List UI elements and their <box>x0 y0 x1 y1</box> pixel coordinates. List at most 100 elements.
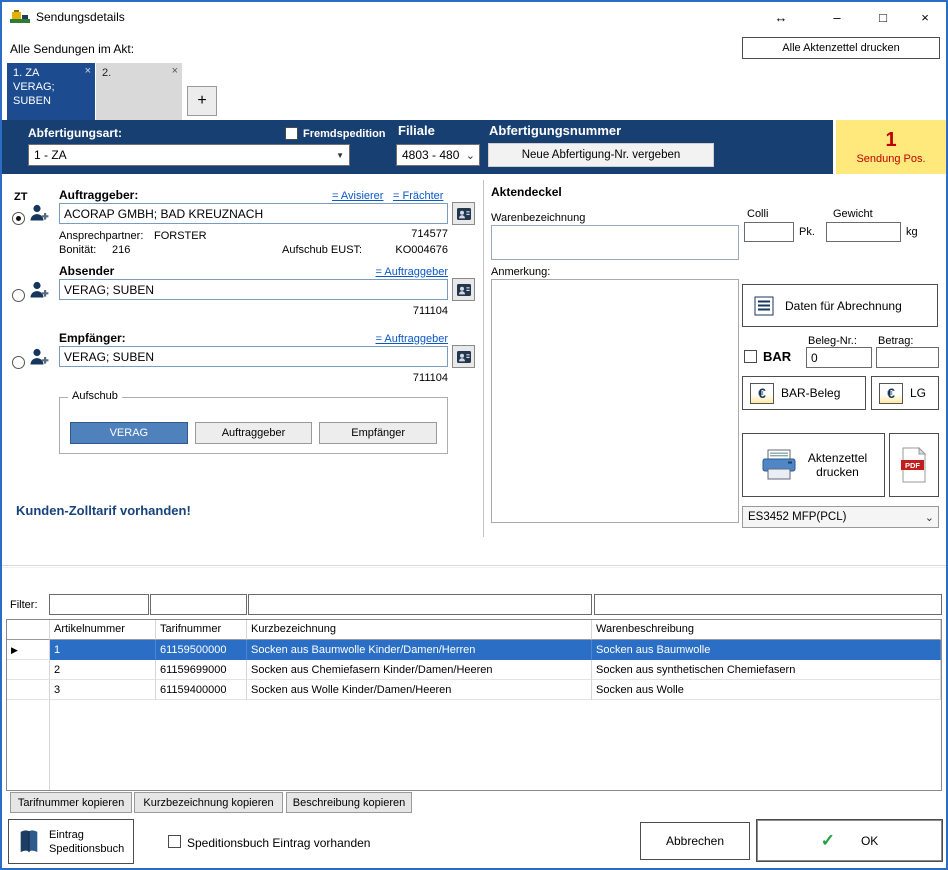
column-header-tarifnummer[interactable]: Tarifnummer <box>156 620 247 640</box>
avisierer-link[interactable]: = Avisierer <box>332 190 383 202</box>
beleg-nr-input[interactable] <box>806 347 872 368</box>
fullscreen-icon[interactable]: ↔ <box>764 2 798 32</box>
empfaenger-label: Empfänger: <box>59 331 126 345</box>
chevron-down-icon: ⌄ <box>921 511 938 524</box>
zt-label: ZT <box>14 191 27 203</box>
main-form: ZT Auftraggeber: = Avisierer = Frächter … <box>2 174 946 565</box>
zt-radio-absender[interactable] <box>12 289 25 302</box>
tab1-title: 1. ZA <box>13 67 39 79</box>
printer-icon <box>759 448 799 482</box>
print-all-aktenzettel-button[interactable]: Alle Aktenzettel drucken <box>742 37 940 59</box>
euro-icon: € <box>750 383 774 404</box>
empfaenger-number: 711104 <box>302 372 448 384</box>
column-header-warenbeschreibung[interactable]: Warenbeschreibung <box>592 620 941 640</box>
tab-sendung-2[interactable]: 2. × <box>96 63 182 120</box>
tab2-close-icon[interactable]: × <box>172 64 178 78</box>
empfaenger-contact-button[interactable] <box>452 345 475 368</box>
tab-sendung-1[interactable]: 1. ZA VERAG; SUBEN × <box>7 63 95 120</box>
abfertigungsart-select[interactable]: 1 - ZA ▼ <box>28 144 350 166</box>
aufschub-empfaenger-button[interactable]: Empfänger <box>319 422 437 444</box>
contact-card-icon <box>456 206 472 222</box>
aktendeckel-title: Aktendeckel <box>491 185 562 199</box>
filter-label: Filter: <box>10 599 38 611</box>
absender-input[interactable] <box>59 279 448 300</box>
tab2-title: 2. <box>102 67 111 79</box>
sendung-pos-badge: 1 Sendung Pos. <box>833 120 946 174</box>
tab1-subtitle: VERAG; SUBEN <box>13 81 55 107</box>
colli-input[interactable] <box>744 222 794 242</box>
anmerkung-textarea[interactable] <box>491 279 739 523</box>
cell-artikelnummer: 3 <box>50 680 156 700</box>
neue-abfertigungsnummer-button[interactable]: Neue Abfertigung-Nr. vergeben <box>488 143 714 167</box>
filter-input-tarifnummer[interactable] <box>150 594 247 615</box>
aufschub-group: Aufschub VERAG Auftraggeber Empfänger <box>59 397 448 454</box>
ok-button[interactable]: ✓ OK <box>756 819 943 862</box>
copy-tarifnummer-button[interactable]: Tarifnummer kopieren <box>10 792 132 813</box>
printer-select-value: ES3452 MFP(PCL) <box>748 511 846 523</box>
zolltarif-note: Kunden-Zolltarif vorhanden! <box>16 503 191 518</box>
close-button[interactable]: × <box>908 2 942 32</box>
person-add-icon <box>28 346 50 368</box>
person-add-icon <box>28 202 50 224</box>
minimize-button[interactable]: – <box>820 2 854 32</box>
abfertigungsart-value: 1 - ZA <box>34 148 67 162</box>
bar-beleg-button[interactable]: € BAR-Beleg <box>742 376 866 410</box>
aktenzettel-drucken-label: Aktenzettel drucken <box>807 451 869 479</box>
tab1-close-icon[interactable]: × <box>85 64 91 78</box>
printer-select[interactable]: ES3452 MFP(PCL) ⌄ <box>742 506 939 528</box>
sendungsdetails-window: Sendungsdetails ↔ – □ × Alle Sendungen i… <box>0 0 948 870</box>
sendung-pos-number: 1 <box>885 130 896 150</box>
speditionsbuch-checkbox[interactable] <box>168 835 181 848</box>
absender-label: Absender <box>59 264 114 278</box>
maximize-button[interactable]: □ <box>866 2 900 32</box>
filter-input-kurzbezeichnung[interactable] <box>248 594 592 615</box>
eintrag-label-line1: Eintrag <box>49 829 84 841</box>
cancel-button[interactable]: Abbrechen <box>640 822 750 860</box>
table-row[interactable]: 2 61159699000 Socken aus Chemiefasern Ki… <box>7 660 941 680</box>
table-row[interactable]: ▶ 1 61159500000 Socken aus Baumwolle Kin… <box>7 640 941 660</box>
aufschub-verag-button[interactable]: VERAG <box>70 422 188 444</box>
copy-beschreibung-button[interactable]: Beschreibung kopieren <box>286 792 412 813</box>
daten-abrechnung-button[interactable]: Daten für Abrechnung <box>742 284 938 327</box>
aktenzettel-drucken-button[interactable]: Aktenzettel drucken <box>742 433 885 497</box>
eintrag-label-line2: Speditionsbuch <box>49 843 124 855</box>
auftraggeber-number: 714577 <box>302 228 448 240</box>
absender-auftraggeber-link[interactable]: = Auftraggeber <box>348 266 448 278</box>
filter-input-artikelnummer[interactable] <box>49 594 149 615</box>
cell-artikelnummer: 2 <box>50 660 156 680</box>
gewicht-input[interactable] <box>826 222 901 242</box>
filiale-select[interactable]: 4803 - 480 ⌄ <box>396 144 480 166</box>
sendungen-label: Alle Sendungen im Akt: <box>10 42 134 56</box>
add-tab-button[interactable]: + <box>187 86 217 116</box>
auftraggeber-contact-button[interactable] <box>452 202 475 225</box>
filiale-value: 4803 - 480 <box>402 148 459 162</box>
lg-button[interactable]: € LG <box>871 376 939 410</box>
column-header-artikelnummer[interactable]: Artikelnummer <box>50 620 156 640</box>
abfertigungsnummer-label: Abfertigungsnummer <box>489 123 621 138</box>
fremdspedition-checkbox[interactable] <box>285 127 298 140</box>
fraechter-link[interactable]: = Frächter <box>393 190 443 202</box>
warenbezeichnung-input[interactable] <box>491 225 739 260</box>
bar-checkbox[interactable] <box>744 350 757 363</box>
empfaenger-input[interactable] <box>59 346 448 367</box>
column-header-kurzbezeichnung[interactable]: Kurzbezeichnung <box>247 620 592 640</box>
colli-label: Colli <box>747 208 768 220</box>
filter-input-warenbeschreibung[interactable] <box>594 594 942 615</box>
zt-radio-empfaenger[interactable] <box>12 356 25 369</box>
betrag-input[interactable] <box>876 347 939 368</box>
warenbezeichnung-label: Warenbezeichnung <box>491 212 585 224</box>
absender-contact-button[interactable] <box>452 278 475 301</box>
zt-radio-auftraggeber[interactable] <box>12 212 25 225</box>
auftraggeber-input[interactable] <box>59 203 448 224</box>
pk-label: Pk. <box>799 226 815 238</box>
pdf-button[interactable]: PDF <box>889 433 939 497</box>
absender-number: 711104 <box>302 305 448 317</box>
beleg-nr-label: Beleg-Nr.: <box>808 335 857 347</box>
table-row[interactable]: 3 61159400000 Socken aus Wolle Kinder/Da… <box>7 680 941 700</box>
auftraggeber-label: Auftraggeber: <box>59 188 138 202</box>
contact-card-icon <box>456 349 472 365</box>
empfaenger-auftraggeber-link[interactable]: = Auftraggeber <box>348 333 448 345</box>
aufschub-auftraggeber-button[interactable]: Auftraggeber <box>195 422 313 444</box>
eintrag-speditionsbuch-button[interactable]: Eintrag Speditionsbuch <box>8 819 134 864</box>
copy-kurzbezeichnung-button[interactable]: Kurzbezeichnung kopieren <box>134 792 283 813</box>
